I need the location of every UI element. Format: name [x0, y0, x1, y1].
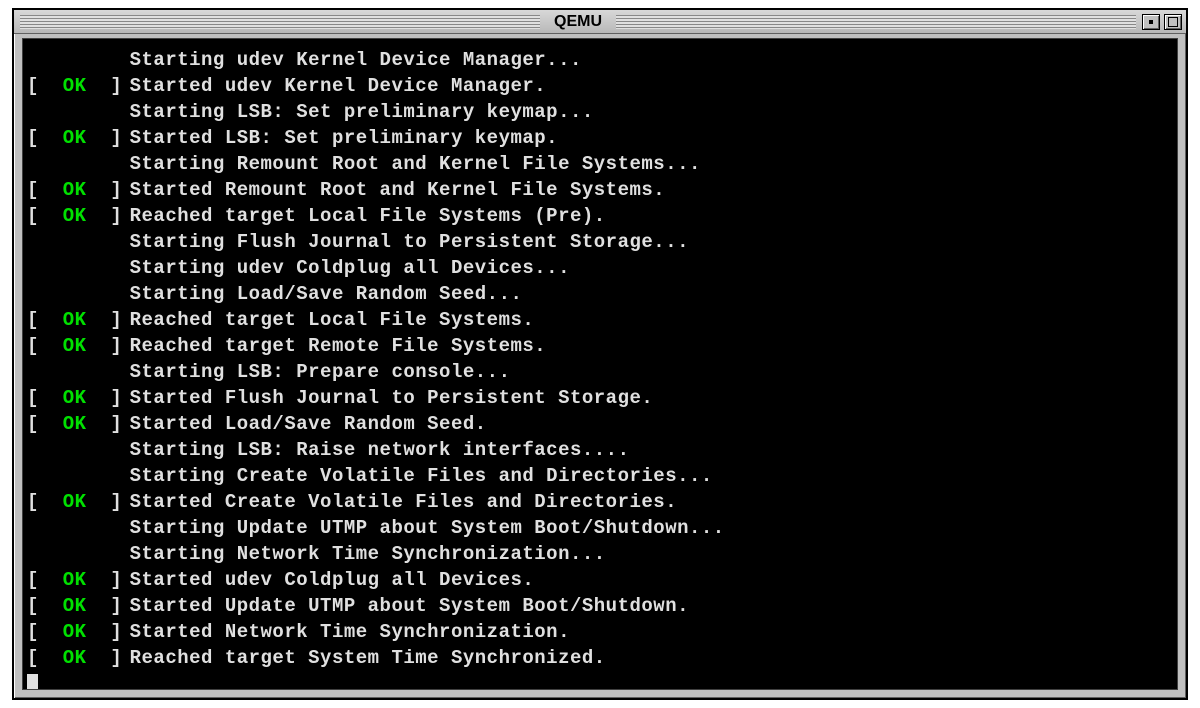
boot-log-line: Starting Network Time Synchronization...	[27, 541, 1173, 567]
boot-log-message: Starting Create Volatile Files and Direc…	[130, 463, 713, 489]
boot-log-line: [ OK ] Started LSB: Set preliminary keym…	[27, 125, 1173, 151]
status-ok-label: OK	[63, 127, 87, 149]
boot-log-message: Started Remount Root and Kernel File Sys…	[130, 177, 666, 203]
boot-log-line: Starting udev Coldplug all Devices...	[27, 255, 1173, 281]
boot-log-line: [ OK ] Started Network Time Synchronizat…	[27, 619, 1173, 645]
boot-log-message: Reached target Remote File Systems.	[130, 333, 547, 359]
status-ok: [ OK ]	[27, 203, 130, 229]
boot-log-line: [ OK ] Reached target System Time Synchr…	[27, 645, 1173, 671]
boot-log-message: Started Network Time Synchronization.	[130, 619, 570, 645]
boot-log-message: Starting Remount Root and Kernel File Sy…	[130, 151, 701, 177]
boot-log-line: Starting Remount Root and Kernel File Sy…	[27, 151, 1173, 177]
status-ok-label: OK	[63, 387, 87, 409]
status-ok: [ OK ]	[27, 385, 130, 411]
status-empty	[27, 47, 130, 73]
boot-log-line: [ OK ] Started Update UTMP about System …	[27, 593, 1173, 619]
boot-log-line: [ OK ] Started Create Volatile Files and…	[27, 489, 1173, 515]
boot-log-message: Starting LSB: Raise network interfaces..…	[130, 437, 630, 463]
maximize-button[interactable]	[1164, 14, 1182, 30]
status-ok: [ OK ]	[27, 619, 130, 645]
minimize-button[interactable]	[1142, 14, 1160, 30]
boot-log-message: Starting LSB: Set preliminary keymap...	[130, 99, 594, 125]
boot-log-message: Reached target System Time Synchronized.	[130, 645, 606, 671]
boot-log-message: Starting udev Coldplug all Devices...	[130, 255, 570, 281]
cursor-icon	[27, 674, 38, 690]
boot-log-line: Starting Flush Journal to Persistent Sto…	[27, 229, 1173, 255]
status-ok: [ OK ]	[27, 411, 130, 437]
status-ok-label: OK	[63, 205, 87, 227]
boot-log-message: Reached target Local File Systems.	[130, 307, 535, 333]
status-ok: [ OK ]	[27, 489, 130, 515]
titlebar[interactable]: QEMU	[14, 10, 1186, 34]
status-ok-label: OK	[63, 413, 87, 435]
status-ok-label: OK	[63, 621, 87, 643]
status-ok: [ OK ]	[27, 593, 130, 619]
status-ok-label: OK	[63, 491, 87, 513]
boot-log-message: Starting LSB: Prepare console...	[130, 359, 511, 385]
status-ok: [ OK ]	[27, 125, 130, 151]
titlebar-grip-right	[616, 15, 1136, 29]
status-ok-label: OK	[63, 75, 87, 97]
qemu-window: QEMU Starting udev Kernel Device Manager…	[12, 8, 1188, 700]
boot-log-message: Starting Update UTMP about System Boot/S…	[130, 515, 725, 541]
boot-log-line: [ OK ] Started Remount Root and Kernel F…	[27, 177, 1173, 203]
status-empty	[27, 463, 130, 489]
status-empty	[27, 151, 130, 177]
status-empty	[27, 99, 130, 125]
cursor-line	[27, 671, 1173, 690]
boot-log-line: [ OK ] Reached target Local File Systems…	[27, 203, 1173, 229]
status-ok-label: OK	[63, 595, 87, 617]
status-ok: [ OK ]	[27, 177, 130, 203]
status-empty	[27, 281, 130, 307]
boot-log-message: Starting Flush Journal to Persistent Sto…	[130, 229, 689, 255]
boot-log-line: Starting Create Volatile Files and Direc…	[27, 463, 1173, 489]
status-ok-label: OK	[63, 647, 87, 669]
window-buttons	[1142, 14, 1186, 30]
boot-log-message: Started Update UTMP about System Boot/Sh…	[130, 593, 689, 619]
terminal-output: Starting udev Kernel Device Manager...[ …	[22, 38, 1178, 690]
boot-log-line: Starting LSB: Raise network interfaces..…	[27, 437, 1173, 463]
boot-log-line: [ OK ] Reached target Remote File System…	[27, 333, 1173, 359]
status-ok: [ OK ]	[27, 645, 130, 671]
status-empty	[27, 229, 130, 255]
boot-log-line: [ OK ] Reached target Local File Systems…	[27, 307, 1173, 333]
boot-log-line: [ OK ] Started udev Kernel Device Manage…	[27, 73, 1173, 99]
status-empty	[27, 255, 130, 281]
boot-log-line: [ OK ] Started udev Coldplug all Devices…	[27, 567, 1173, 593]
status-ok-label: OK	[63, 179, 87, 201]
boot-log-message: Started Load/Save Random Seed.	[130, 411, 487, 437]
boot-log-line: Starting Update UTMP about System Boot/S…	[27, 515, 1173, 541]
window-title: QEMU	[546, 13, 610, 31]
boot-log-message: Starting Network Time Synchronization...	[130, 541, 606, 567]
titlebar-grip-left	[20, 15, 540, 29]
boot-log-line: [ OK ] Started Flush Journal to Persiste…	[27, 385, 1173, 411]
status-ok: [ OK ]	[27, 333, 130, 359]
status-ok: [ OK ]	[27, 567, 130, 593]
boot-log-message: Reached target Local File Systems (Pre).	[130, 203, 606, 229]
boot-log-line: Starting udev Kernel Device Manager...	[27, 47, 1173, 73]
minimize-icon	[1149, 20, 1153, 24]
status-empty	[27, 437, 130, 463]
status-ok: [ OK ]	[27, 307, 130, 333]
status-ok-label: OK	[63, 335, 87, 357]
boot-log-line: Starting LSB: Prepare console...	[27, 359, 1173, 385]
boot-log-message: Started udev Coldplug all Devices.	[130, 567, 535, 593]
boot-log-message: Started udev Kernel Device Manager.	[130, 73, 547, 99]
boot-log-line: Starting Load/Save Random Seed...	[27, 281, 1173, 307]
boot-log-message: Started LSB: Set preliminary keymap.	[130, 125, 558, 151]
status-ok-label: OK	[63, 569, 87, 591]
status-empty	[27, 359, 130, 385]
maximize-icon	[1168, 17, 1178, 27]
boot-log-message: Starting Load/Save Random Seed...	[130, 281, 523, 307]
boot-log-message: Started Create Volatile Files and Direct…	[130, 489, 678, 515]
boot-log-line: [ OK ] Started Load/Save Random Seed.	[27, 411, 1173, 437]
status-ok: [ OK ]	[27, 73, 130, 99]
status-ok-label: OK	[63, 309, 87, 331]
boot-log-message: Starting udev Kernel Device Manager...	[130, 47, 582, 73]
status-empty	[27, 515, 130, 541]
boot-log-line: Starting LSB: Set preliminary keymap...	[27, 99, 1173, 125]
boot-log-message: Started Flush Journal to Persistent Stor…	[130, 385, 654, 411]
status-empty	[27, 541, 130, 567]
